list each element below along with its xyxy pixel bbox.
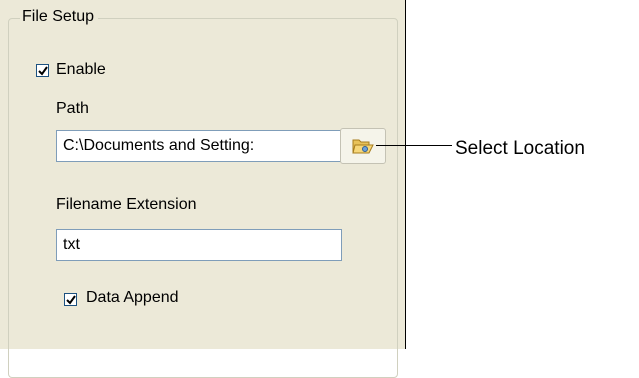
checkmark-icon [38,66,48,76]
folder-open-icon [352,139,374,154]
data-append-checkbox[interactable] [64,293,77,306]
filename-extension-input[interactable]: txt [56,229,342,261]
path-input[interactable]: C:\Documents and Setting: [56,130,342,162]
checkmark-icon [66,295,76,305]
select-location-button[interactable] [340,128,386,164]
file-setup-panel: File Setup Enable Path C:\Documents and … [0,0,406,378]
enable-label[interactable]: Enable [56,61,106,79]
enable-checkbox[interactable] [36,64,49,77]
filename-extension-label: Filename Extension [56,196,197,213]
group-title: File Setup [20,8,99,26]
select-location-callout: Select Location [455,138,585,159]
data-append-label[interactable]: Data Append [86,289,179,307]
callout-line [376,145,452,146]
path-label: Path [56,100,89,117]
